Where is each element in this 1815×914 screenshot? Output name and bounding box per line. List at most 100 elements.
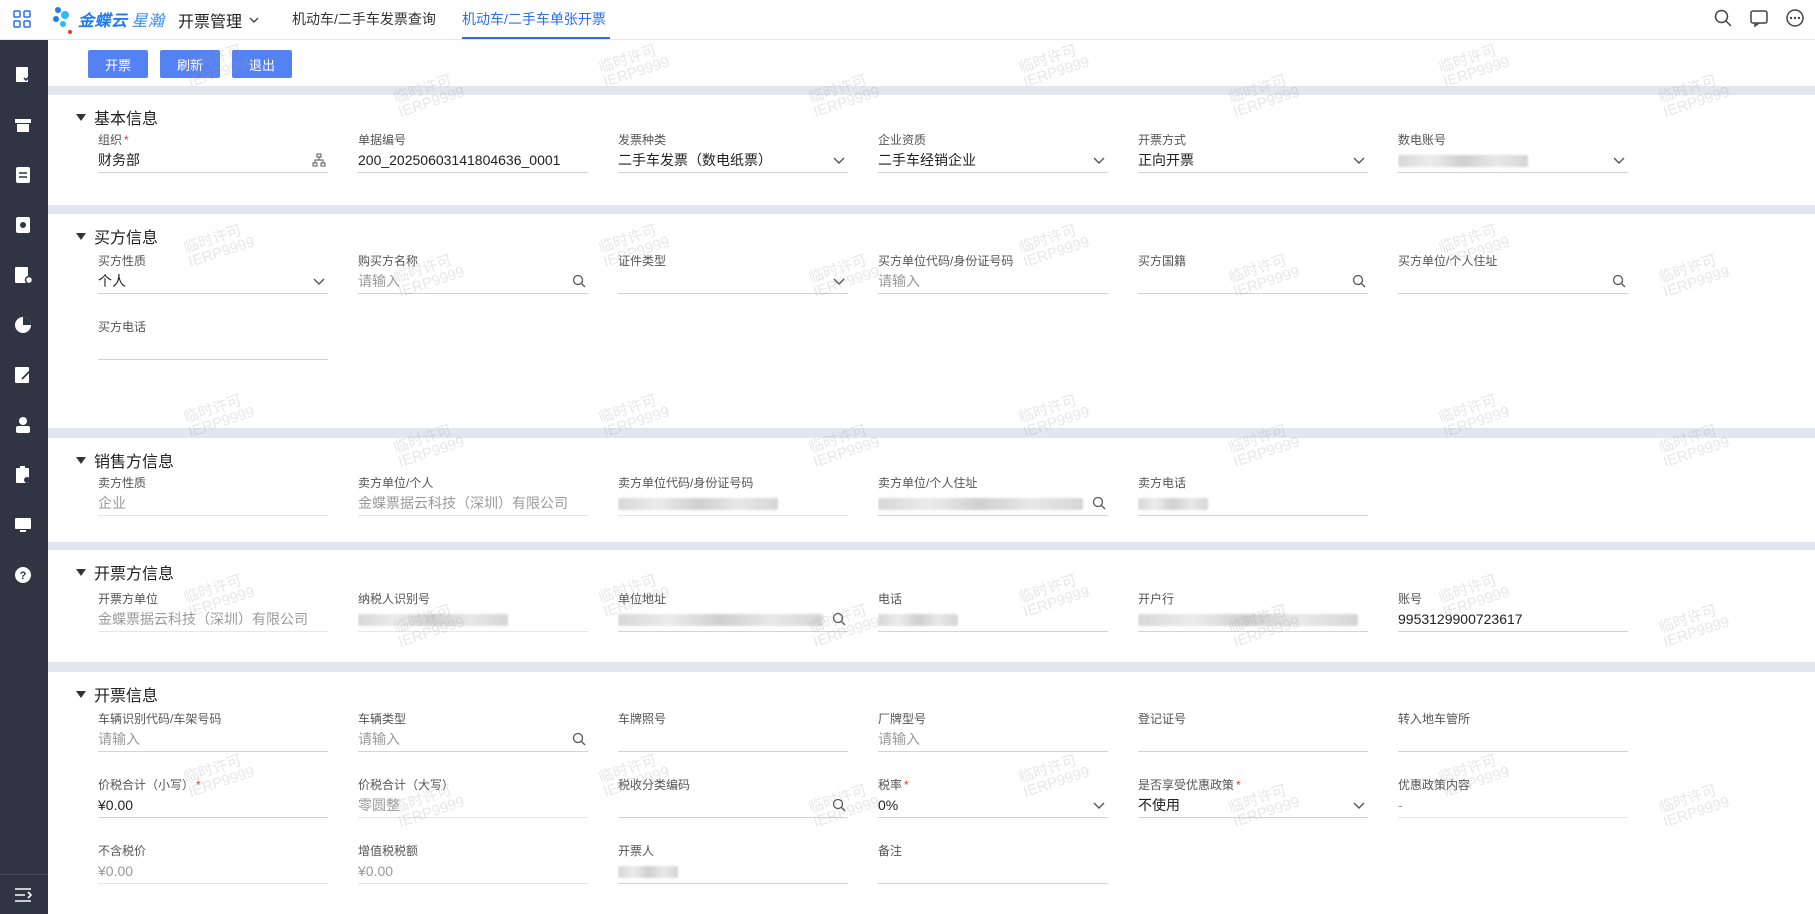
account-number-value[interactable]: 9953129900723617: [1398, 608, 1628, 632]
vehicle-type-field[interactable]: 车辆类型 请输入: [358, 710, 588, 758]
vehicle-type-input[interactable]: 请输入: [358, 728, 588, 752]
drawer-field[interactable]: 开票人: [618, 842, 848, 890]
section-header-seller[interactable]: 销售方信息: [76, 448, 174, 472]
invoice-type-value[interactable]: 二手车发票（数电纸票）: [618, 149, 848, 173]
chevron-down-icon[interactable]: [1612, 153, 1626, 167]
refresh-button[interactable]: 刷新: [160, 50, 220, 78]
chevron-down-icon[interactable]: [832, 274, 846, 288]
tax-rate-value[interactable]: 0%: [878, 794, 1108, 818]
org-field[interactable]: 组织 * 财务部: [98, 131, 328, 179]
chevron-down-icon[interactable]: [832, 153, 846, 167]
message-icon[interactable]: [1749, 8, 1769, 28]
buyer-nature-value[interactable]: 个人: [98, 270, 328, 294]
digital-account-select[interactable]: 数电账号: [1398, 131, 1628, 179]
chevron-down-icon[interactable]: [312, 274, 326, 288]
invoice-type-select[interactable]: 发票种类 二手车发票（数电纸票）: [618, 131, 848, 179]
total-amount-input[interactable]: ¥0.00: [98, 794, 328, 818]
chevron-down-icon[interactable]: [1092, 798, 1106, 812]
monitor-icon[interactable]: [12, 514, 34, 536]
pie-chart-icon[interactable]: [12, 314, 34, 336]
dmv-input[interactable]: [1398, 728, 1628, 752]
search-icon[interactable]: [1612, 274, 1626, 288]
issue-method-select[interactable]: 开票方式 正向开票: [1138, 131, 1368, 179]
search-icon[interactable]: [832, 798, 846, 812]
issuer-phone-value[interactable]: [878, 608, 1108, 632]
app-grid-icon[interactable]: [12, 9, 32, 29]
id-type-select[interactable]: 证件类型: [618, 252, 848, 300]
bill-number-value[interactable]: 200_20250603141804636_0001: [358, 149, 588, 173]
vin-input[interactable]: 请输入: [98, 728, 328, 752]
dmv-field[interactable]: 转入地车管所: [1398, 710, 1628, 758]
org-value[interactable]: 财务部: [98, 149, 328, 173]
section-header-buyer[interactable]: 买方信息: [76, 224, 158, 248]
buyer-nationality-field[interactable]: 买方国籍: [1138, 252, 1368, 300]
vin-field[interactable]: 车辆识别代码/车架号码 请输入: [98, 710, 328, 758]
seller-phone-field[interactable]: 卖方电话: [1138, 474, 1368, 522]
help-icon[interactable]: ?: [12, 564, 34, 586]
preferential-policy-select[interactable]: 是否享受优惠政策 * 不使用: [1138, 776, 1368, 824]
issue-method-value[interactable]: 正向开票: [1138, 149, 1368, 173]
model-input[interactable]: 请输入: [878, 728, 1108, 752]
digital-account-value[interactable]: [1398, 149, 1628, 173]
drawer-value[interactable]: [618, 860, 848, 884]
tab-single-invoice[interactable]: 机动车/二手车单张开票: [462, 9, 606, 29]
section-header-issuer[interactable]: 开票方信息: [76, 560, 174, 584]
bank-field[interactable]: 开户行: [1138, 590, 1368, 638]
search-icon[interactable]: [572, 274, 586, 288]
buyer-phone-input[interactable]: [98, 336, 328, 360]
document-check-icon[interactable]: [12, 64, 34, 86]
plate-number-input[interactable]: [618, 728, 848, 752]
buyer-nature-select[interactable]: 买方性质 个人: [98, 252, 328, 300]
clipboard-settings-icon[interactable]: [12, 464, 34, 486]
registration-field[interactable]: 登记证号: [1138, 710, 1368, 758]
section-header-invoice[interactable]: 开票信息: [76, 682, 158, 706]
remark-input[interactable]: [878, 860, 1108, 884]
buyer-phone-field[interactable]: 买方电话: [98, 318, 328, 366]
tax-rate-select[interactable]: 税率 * 0%: [878, 776, 1108, 824]
chevron-down-icon[interactable]: [1352, 798, 1366, 812]
buyer-code-input[interactable]: 请输入: [878, 270, 1108, 294]
store-icon[interactable]: [12, 114, 34, 136]
app-menu-dropdown[interactable]: 开票管理: [178, 8, 260, 32]
buyer-name-field[interactable]: 购买方名称 请输入: [358, 252, 588, 300]
user-upload-icon[interactable]: [12, 414, 34, 436]
issue-invoice-button[interactable]: 开票: [88, 50, 148, 78]
section-header-basic[interactable]: 基本信息: [76, 105, 158, 129]
buyer-name-input[interactable]: 请输入: [358, 270, 588, 294]
buyer-code-field[interactable]: 买方单位代码/身份证号码 请输入: [878, 252, 1108, 300]
exit-button[interactable]: 退出: [232, 50, 292, 78]
id-type-value[interactable]: [618, 270, 848, 294]
bank-value[interactable]: [1138, 608, 1368, 632]
menu-collapse-icon[interactable]: [12, 884, 34, 906]
invoice-icon[interactable]: [12, 214, 34, 236]
transfer-icon[interactable]: [12, 164, 34, 186]
tax-code-field[interactable]: 税收分类编码: [618, 776, 848, 824]
enterprise-qualification-select[interactable]: 企业资质 二手车经销企业: [878, 131, 1108, 179]
more-icon[interactable]: [1785, 8, 1805, 28]
chevron-down-icon[interactable]: [1092, 153, 1106, 167]
remark-field[interactable]: 备注: [878, 842, 1108, 890]
tab-invoice-query[interactable]: 机动车/二手车发票查询: [292, 9, 436, 29]
preferential-policy-value[interactable]: 不使用: [1138, 794, 1368, 818]
chevron-down-icon[interactable]: [1352, 153, 1366, 167]
tax-code-input[interactable]: [618, 794, 848, 818]
search-icon[interactable]: [1713, 8, 1733, 28]
seller-address-value[interactable]: [878, 492, 1108, 516]
buyer-address-field[interactable]: 买方单位/个人住址: [1398, 252, 1628, 300]
search-icon[interactable]: [832, 612, 846, 626]
buyer-address-input[interactable]: [1398, 270, 1628, 294]
issuer-address-field[interactable]: 单位地址: [618, 590, 848, 638]
seller-phone-value[interactable]: [1138, 492, 1368, 516]
registration-input[interactable]: [1138, 728, 1368, 752]
issuer-address-value[interactable]: [618, 608, 848, 632]
total-amount-field[interactable]: 价税合计（小写） * ¥0.00: [98, 776, 328, 824]
enterprise-qualification-value[interactable]: 二手车经销企业: [878, 149, 1108, 173]
buyer-nationality-input[interactable]: [1138, 270, 1368, 294]
report-settings-icon[interactable]: [12, 264, 34, 286]
edit-document-icon[interactable]: [12, 364, 34, 386]
search-icon[interactable]: [1352, 274, 1366, 288]
bill-number-field[interactable]: 单据编号 200_20250603141804636_0001: [358, 131, 588, 179]
seller-address-field[interactable]: 卖方单位/个人住址: [878, 474, 1108, 522]
search-icon[interactable]: [1092, 496, 1106, 510]
org-tree-icon[interactable]: [312, 153, 326, 167]
